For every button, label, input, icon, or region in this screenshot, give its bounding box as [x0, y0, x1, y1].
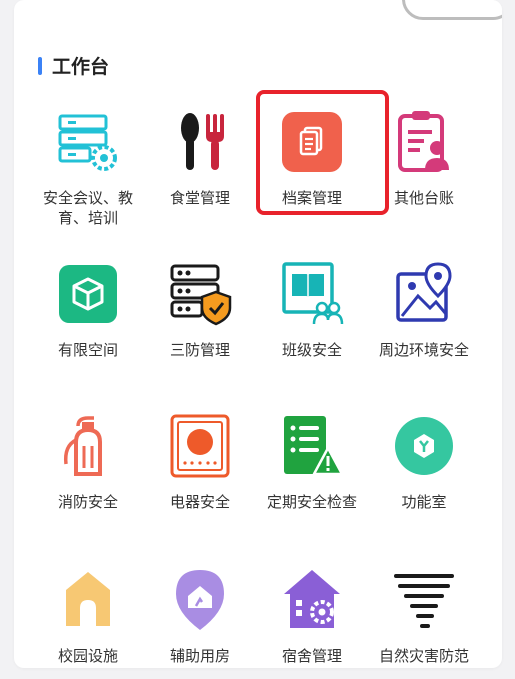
tile-regular-inspection[interactable]: 定期安全检查: [256, 412, 368, 512]
arch-gate-icon: [54, 566, 122, 634]
tile-label: 食堂管理: [169, 189, 230, 207]
tile-label: 有限空间: [57, 341, 118, 359]
tile-label: 辅助用房: [169, 647, 230, 665]
tile-label: 宿舍管理: [281, 647, 342, 665]
tile-dormitory[interactable]: 宿舍管理: [256, 566, 368, 666]
map-pin-icon: [390, 260, 458, 328]
tile-auxiliary-rooms[interactable]: 辅助用房: [144, 566, 256, 666]
tile-label: 消防安全: [57, 493, 118, 511]
tile-label: 其他台账: [393, 189, 454, 207]
tile-three-prevention[interactable]: 三防管理: [144, 260, 256, 360]
tile-safety-meeting[interactable]: 安全会议、教育、培训: [32, 108, 144, 228]
clipboard-person-icon: [390, 108, 458, 176]
hexagon-y-icon: [390, 412, 458, 480]
server-gear-icon: [54, 108, 122, 176]
tile-label: 电器安全: [169, 493, 230, 511]
tile-label: 自然灾害防范: [378, 647, 469, 665]
home-pin-icon: [166, 566, 234, 634]
tile-label: 功能室: [401, 493, 447, 511]
document-icon: [278, 108, 346, 176]
tile-canteen[interactable]: 食堂管理: [144, 108, 256, 208]
tile-label: 校园设施: [57, 647, 118, 665]
tile-archive[interactable]: 档案管理: [256, 108, 368, 208]
cube-icon: [54, 260, 122, 328]
section-accent-bar: [38, 57, 42, 75]
tile-label: 三防管理: [169, 341, 230, 359]
tile-class-safety[interactable]: 班级安全: [256, 260, 368, 360]
tile-label: 定期安全检查: [266, 493, 357, 511]
tile-electrical-safety[interactable]: 电器安全: [144, 412, 256, 512]
tile-label: 周边环境安全: [378, 341, 469, 359]
tile-label: 安全会议、教育、培训: [42, 189, 133, 227]
fire-extinguisher-icon: [54, 412, 122, 480]
tile-other-ledger[interactable]: 其他台账: [368, 108, 480, 208]
spoon-fork-icon: [166, 108, 234, 176]
tile-fire-safety[interactable]: 消防安全: [32, 412, 144, 512]
tile-label: 档案管理: [281, 189, 342, 207]
tile-function-room[interactable]: 功能室: [368, 412, 480, 512]
house-gear-icon: [278, 566, 346, 634]
top-pill-button[interactable]: [402, 0, 502, 20]
tile-label: 班级安全: [281, 341, 342, 359]
tile-confined-space[interactable]: 有限空间: [32, 260, 144, 360]
section-title: 工作台: [52, 56, 110, 78]
workbench-card: 工作台 安全会议、教育、培训 食堂管理 档案管理 其他台账 有限空间 三防管理 …: [14, 0, 502, 668]
server-shield-icon: [166, 260, 234, 328]
tornado-icon: [390, 566, 458, 634]
tile-campus-facilities[interactable]: 校园设施: [32, 566, 144, 666]
book-people-icon: [278, 260, 346, 328]
checklist-warning-icon: [278, 412, 346, 480]
tile-natural-disaster[interactable]: 自然灾害防范: [368, 566, 480, 666]
oven-icon: [166, 412, 234, 480]
tile-surroundings[interactable]: 周边环境安全: [368, 260, 480, 360]
